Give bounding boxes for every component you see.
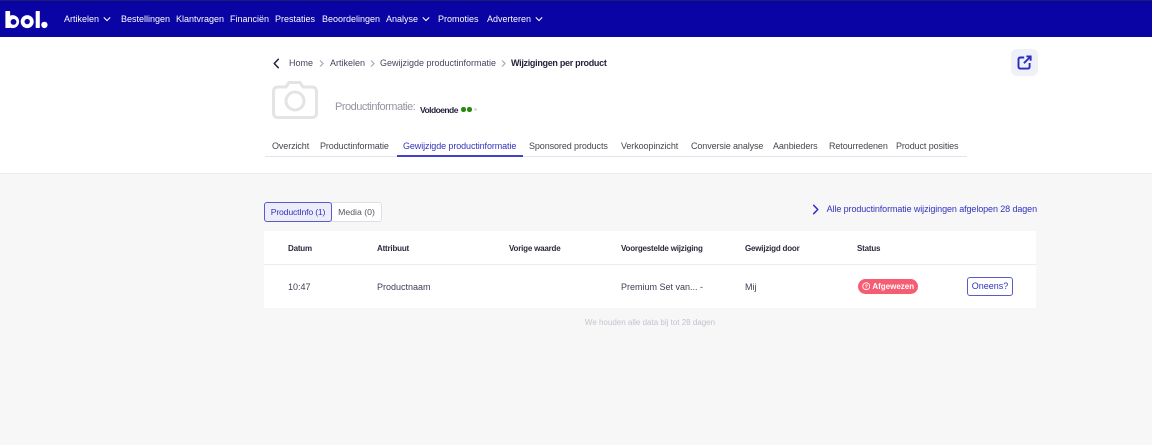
svg-text:?: ? xyxy=(864,284,867,290)
